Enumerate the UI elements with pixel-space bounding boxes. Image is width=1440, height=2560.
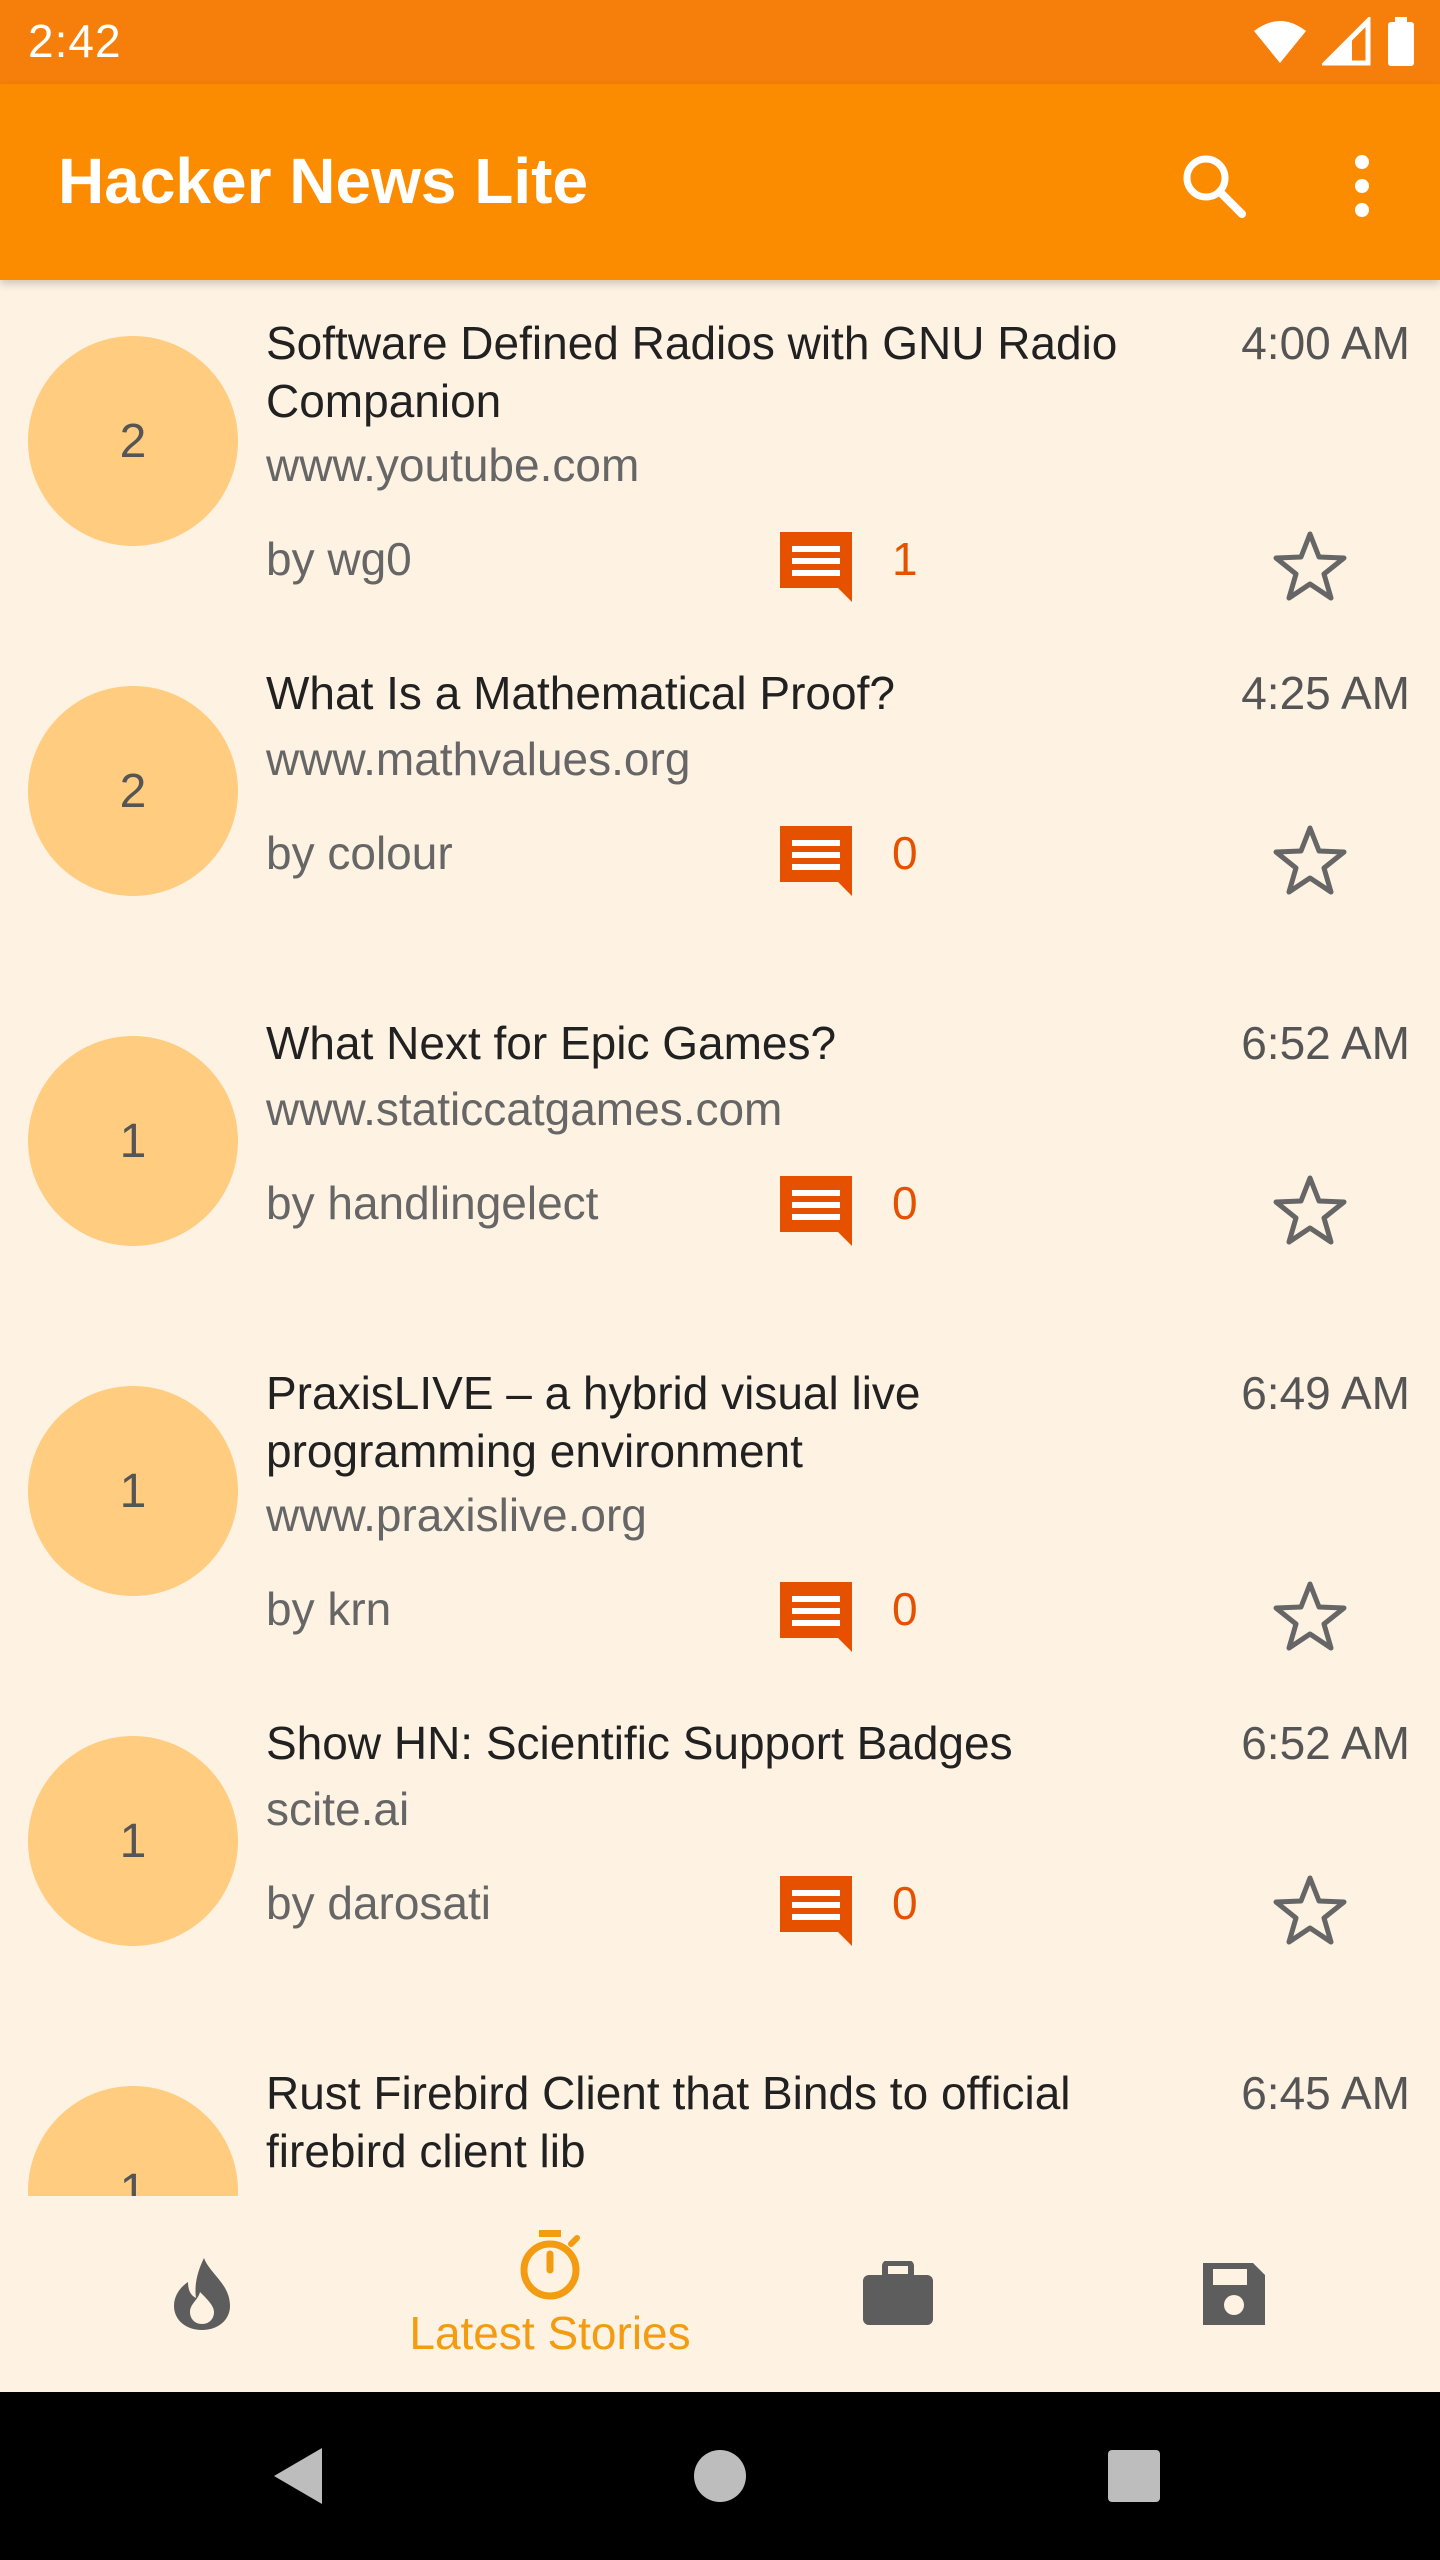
story-title[interactable]: PraxisLIVE – a hybrid visual live progra…: [266, 1364, 1026, 1480]
story-item[interactable]: 1 PraxisLIVE – a hybrid visual live prog…: [0, 1330, 1440, 1680]
score-badge: 2: [28, 336, 238, 546]
status-time: 2:42: [28, 15, 122, 67]
story-title[interactable]: Show HN: Scientific Support Badges: [266, 1714, 1186, 1772]
status-icons: [1252, 16, 1416, 68]
story-item[interactable]: 2 What Is a Mathematical Proof? 4:25 AM …: [0, 630, 1440, 980]
comment-icon[interactable]: [780, 1876, 852, 1946]
comment-count: 1: [892, 533, 918, 585]
signal-icon: [1322, 17, 1371, 66]
star-icon[interactable]: [1272, 528, 1348, 604]
story-time: 6:45 AM: [1241, 2067, 1410, 2119]
score-badge: 1: [28, 1036, 238, 1246]
recents-icon[interactable]: [1094, 2436, 1174, 2516]
story-time: 4:00 AM: [1241, 317, 1410, 369]
overflow-menu-button[interactable]: [1320, 144, 1404, 228]
story-domain: www.youtube.com: [266, 439, 640, 491]
story-domain: www.mathvalues.org: [266, 733, 691, 785]
star-icon[interactable]: [1272, 822, 1348, 898]
battery-icon: [1388, 17, 1414, 66]
story-item[interactable]: 1 Rust Firebird Client that Binds to off…: [0, 2030, 1440, 2196]
story-author: by colour: [266, 827, 453, 879]
story-author: by darosati: [266, 1877, 492, 1929]
system-navigation-bar: [0, 2392, 1440, 2560]
story-title[interactable]: Software Defined Radios with GNU Radio C…: [266, 314, 1186, 430]
score-badge: 1: [28, 2086, 238, 2196]
flame-icon: [174, 2258, 230, 2330]
comment-count: 0: [892, 1177, 918, 1229]
nav-jobs[interactable]: [718, 2196, 1078, 2392]
nav-latest-stories[interactable]: Latest Stories: [370, 2196, 730, 2392]
story-author: by wg0: [266, 533, 412, 585]
story-domain: www.praxislive.org: [266, 1489, 647, 1541]
story-author: by handlingelect: [266, 1177, 599, 1229]
star-icon[interactable]: [1272, 1872, 1348, 1948]
bottom-navigation: Latest Stories: [0, 2196, 1440, 2392]
status-bar: 2:42: [0, 0, 1440, 84]
story-time: 6:52 AM: [1241, 1017, 1410, 1069]
star-icon[interactable]: [1272, 1172, 1348, 1248]
timer-icon: [520, 2230, 580, 2300]
nav-label-latest-stories: Latest Stories: [409, 2307, 691, 2359]
search-icon: [1183, 155, 1246, 218]
story-time: 4:25 AM: [1241, 667, 1410, 719]
comment-count: 0: [892, 1583, 918, 1635]
story-item[interactable]: 1 Show HN: Scientific Support Badges 6:5…: [0, 1680, 1440, 2030]
story-title[interactable]: Rust Firebird Client that Binds to offic…: [266, 2064, 1166, 2180]
comment-count: 0: [892, 827, 918, 879]
more-vertical-icon: [1355, 155, 1369, 217]
search-button[interactable]: [1172, 144, 1256, 228]
wifi-icon: [1254, 21, 1306, 63]
story-title[interactable]: What Is a Mathematical Proof?: [266, 664, 1186, 722]
comment-icon[interactable]: [780, 1176, 852, 1246]
star-icon[interactable]: [1272, 1578, 1348, 1654]
story-item[interactable]: 2 Software Defined Radios with GNU Radio…: [0, 280, 1440, 630]
home-icon[interactable]: [680, 2436, 760, 2516]
story-time: 6:52 AM: [1241, 1717, 1410, 1769]
comment-icon[interactable]: [780, 532, 852, 602]
app-title: Hacker News Lite: [58, 145, 589, 217]
score-badge: 1: [28, 1386, 238, 1596]
story-domain: www.staticcatgames.com: [266, 1083, 783, 1135]
story-item[interactable]: 1 What Next for Epic Games? 6:52 AM www.…: [0, 980, 1440, 1330]
comment-icon[interactable]: [780, 826, 852, 896]
story-time: 6:49 AM: [1241, 1367, 1410, 1419]
story-list[interactable]: 2 Software Defined Radios with GNU Radio…: [0, 280, 1440, 2196]
nav-saved[interactable]: [1054, 2196, 1414, 2392]
comment-count: 0: [892, 1877, 918, 1929]
app-bar: Hacker News Lite: [0, 84, 1440, 280]
back-icon[interactable]: [260, 2436, 340, 2516]
story-domain: scite.ai: [266, 1783, 410, 1835]
briefcase-icon: [863, 2261, 933, 2325]
story-title[interactable]: What Next for Epic Games?: [266, 1014, 1186, 1072]
comment-icon[interactable]: [780, 1582, 852, 1652]
score-badge: 1: [28, 1736, 238, 1946]
score-badge: 2: [28, 686, 238, 896]
nav-top-stories[interactable]: [22, 2196, 382, 2392]
floppy-disk-icon: [1203, 2263, 1265, 2325]
story-author: by krn: [266, 1583, 392, 1635]
